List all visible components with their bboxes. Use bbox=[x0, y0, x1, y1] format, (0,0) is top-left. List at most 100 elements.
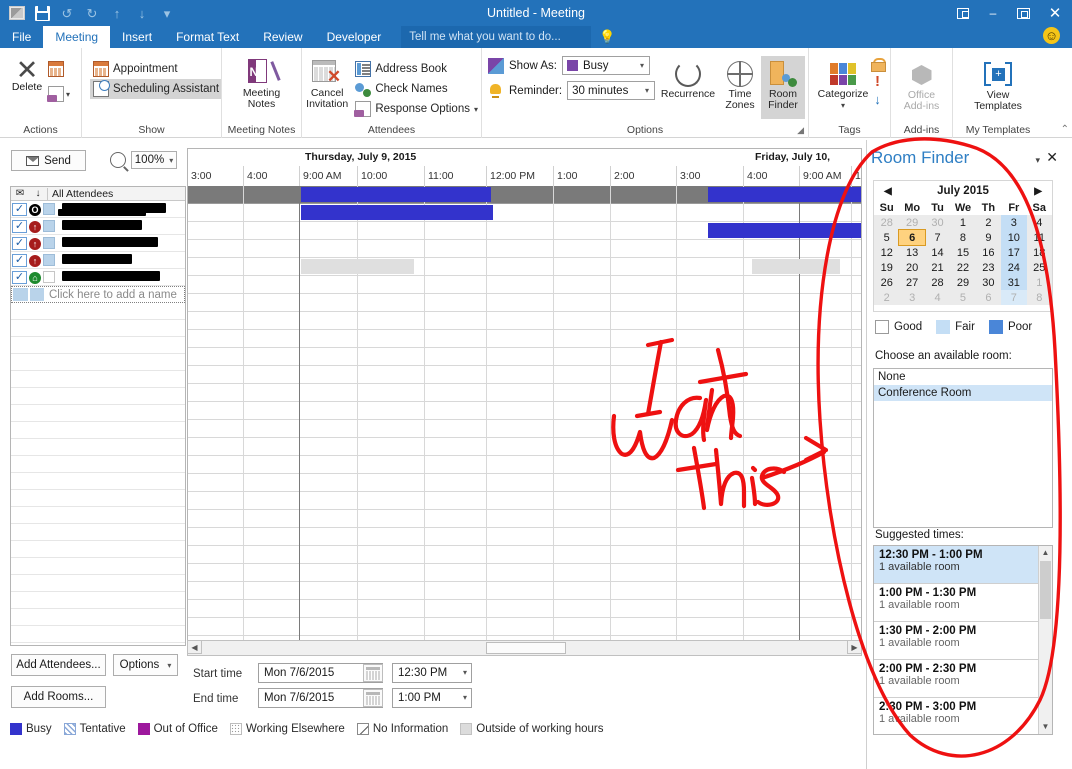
calendar-table[interactable]: Su Mo Tu We Th Fr Sa 28 29 30 1 2 3 4 5 6 7 8 9 10 11 12 13 14… bbox=[874, 201, 1052, 305]
calendar-day[interactable]: 28 bbox=[874, 215, 899, 230]
grid-row[interactable] bbox=[188, 618, 861, 636]
attendee-empty-row[interactable] bbox=[11, 558, 185, 575]
attendee-checkbox[interactable]: ✓ bbox=[12, 253, 27, 267]
attendee-checkbox[interactable]: ✓ bbox=[12, 202, 27, 216]
calendar-day-selected[interactable]: 6 bbox=[898, 229, 926, 246]
attendee-empty-row[interactable] bbox=[11, 473, 185, 490]
calendar-day[interactable]: 8 bbox=[1027, 290, 1052, 305]
calendar-day[interactable]: 7 bbox=[925, 230, 950, 245]
attendee-checkbox[interactable]: ✓ bbox=[12, 236, 27, 250]
attendee-empty-row[interactable] bbox=[11, 337, 185, 354]
office-addins-button[interactable]: Office Add-ins bbox=[894, 57, 950, 119]
attendee-empty-row[interactable] bbox=[11, 609, 185, 626]
start-date-calendar-icon[interactable] bbox=[363, 664, 383, 682]
save-icon[interactable] bbox=[34, 5, 50, 21]
grid-row[interactable] bbox=[188, 438, 861, 456]
room-finder-calendar[interactable]: ◀ July 2015 ▶ Su Mo Tu We Th Fr Sa 28 29 30 1 2 3 4 5… bbox=[873, 180, 1053, 312]
help-icon[interactable] bbox=[948, 0, 978, 26]
tab-format-text[interactable]: Format Text bbox=[164, 26, 251, 48]
grid-row[interactable] bbox=[188, 492, 861, 510]
collapse-ribbon-icon[interactable]: ⌃ bbox=[1061, 124, 1069, 135]
room-finder-menu-icon[interactable]: ▾ bbox=[1035, 155, 1040, 166]
suggested-time-item[interactable]: 2:30 PM - 3:00 PM 1 available room bbox=[874, 698, 1040, 734]
chevron-down-icon[interactable]: ▾ bbox=[463, 689, 467, 707]
available-rooms-list[interactable]: None Conference Room bbox=[873, 368, 1053, 528]
attendee-row[interactable]: ✓ ↑ bbox=[11, 218, 185, 235]
calendar-day[interactable]: 20 bbox=[899, 260, 924, 275]
grid-row[interactable] bbox=[188, 510, 861, 528]
window-controls[interactable]: – ✕ bbox=[948, 0, 1072, 26]
options-dialog-launcher[interactable]: ◢ bbox=[797, 125, 804, 136]
attendee-empty-row[interactable] bbox=[11, 507, 185, 524]
attendee-empty-row[interactable] bbox=[11, 541, 185, 558]
previous-item-icon[interactable]: ↑ bbox=[109, 5, 125, 21]
grid-horizontal-scrollbar[interactable]: ◀ ▶ bbox=[187, 640, 862, 656]
outlook-app-icon[interactable] bbox=[9, 5, 25, 21]
end-time-input[interactable]: 1:00 PM ▾ bbox=[392, 688, 472, 708]
chevron-down-icon[interactable]: ▾ bbox=[637, 61, 647, 70]
start-time-input[interactable]: 12:30 PM ▾ bbox=[392, 663, 472, 683]
scroll-up-icon[interactable]: ▲ bbox=[1039, 546, 1052, 560]
calendar-day[interactable]: 15 bbox=[950, 245, 975, 260]
attendee-empty-row[interactable] bbox=[11, 626, 185, 643]
calendar-day[interactable]: 14 bbox=[925, 245, 950, 260]
add-attendee-row[interactable]: Click here to add a name bbox=[11, 286, 185, 303]
attendee-empty-row[interactable] bbox=[11, 422, 185, 439]
attendee-empty-row[interactable] bbox=[11, 456, 185, 473]
calendar-day[interactable]: 12 bbox=[874, 245, 899, 260]
private-lock-icon[interactable] bbox=[871, 58, 886, 72]
calendar-next-icon[interactable]: ▶ bbox=[1034, 186, 1042, 197]
show-as-dropdown[interactable]: Busy ▾ bbox=[561, 56, 650, 75]
tab-insert[interactable]: Insert bbox=[110, 26, 164, 48]
calendar-day[interactable]: 23 bbox=[976, 260, 1001, 275]
calendar-day[interactable]: 7 bbox=[1001, 290, 1027, 305]
attendee-empty-row[interactable] bbox=[11, 592, 185, 609]
tab-meeting[interactable]: Meeting bbox=[43, 26, 111, 48]
chevron-down-icon[interactable]: ▾ bbox=[169, 156, 173, 165]
calendar-day[interactable]: 21 bbox=[925, 260, 950, 275]
ribbon-tabs[interactable]: File Meeting Insert Format Text Review D… bbox=[0, 26, 1072, 48]
calendar-day[interactable]: 1 bbox=[950, 215, 975, 230]
check-names-button[interactable]: Check Names bbox=[352, 79, 481, 99]
attendee-empty-row[interactable] bbox=[11, 388, 185, 405]
time-zones-button[interactable]: Time Zones bbox=[719, 56, 761, 119]
scroll-left-icon[interactable]: ◀ bbox=[187, 640, 202, 654]
scrollbar-thumb[interactable] bbox=[1040, 561, 1051, 619]
calendar-day[interactable]: 9 bbox=[976, 230, 1001, 245]
delete-icon[interactable]: ✕ bbox=[16, 57, 39, 84]
recurrence-button[interactable]: Recurrence bbox=[657, 56, 719, 119]
grid-row[interactable] bbox=[188, 402, 861, 420]
chevron-down-icon[interactable]: ▾ bbox=[167, 661, 171, 670]
suggested-time-item[interactable]: 2:00 PM - 2:30 PM 1 available room bbox=[874, 660, 1040, 698]
attendee-row[interactable]: ✓ ⌂ bbox=[11, 269, 185, 286]
attendee-empty-row[interactable] bbox=[11, 320, 185, 337]
attendee-empty-row[interactable] bbox=[11, 354, 185, 371]
calendar-day[interactable]: 22 bbox=[950, 260, 975, 275]
calendar-day[interactable]: 8 bbox=[950, 230, 975, 245]
calendar-day[interactable]: 17 bbox=[1001, 245, 1027, 260]
delete-label[interactable]: Delete bbox=[12, 81, 42, 93]
grid-row[interactable] bbox=[188, 528, 861, 546]
grid-row[interactable] bbox=[188, 384, 861, 402]
scroll-right-icon[interactable]: ▶ bbox=[847, 640, 862, 654]
attendee-row[interactable]: ✓ O bbox=[11, 201, 185, 218]
tell-me-input[interactable]: Tell me what you want to do... bbox=[401, 26, 592, 48]
room-list-item[interactable]: None bbox=[874, 369, 1052, 385]
attendee-empty-row[interactable] bbox=[11, 490, 185, 507]
categorize-button[interactable]: Categorize ▾ bbox=[815, 56, 871, 119]
calendar-day[interactable]: 30 bbox=[925, 215, 950, 230]
grid-row[interactable] bbox=[188, 348, 861, 366]
quick-access-toolbar[interactable]: ↺ ↻ ↑ ↓ ▾ bbox=[0, 5, 175, 21]
calendar-day[interactable]: 29 bbox=[950, 275, 975, 290]
tab-review[interactable]: Review bbox=[251, 26, 314, 48]
tab-file[interactable]: File bbox=[0, 26, 43, 48]
calendar-day[interactable]: 26 bbox=[874, 275, 899, 290]
attendee-empty-row[interactable] bbox=[11, 524, 185, 541]
grid-row[interactable] bbox=[188, 276, 861, 294]
categorize-dropdown-icon[interactable]: ▾ bbox=[841, 100, 845, 111]
add-attendees-button[interactable]: Add Attendees... bbox=[11, 654, 106, 676]
suggested-time-item[interactable]: 12:30 PM - 1:00 PM 1 available room bbox=[874, 546, 1040, 584]
calendar-day[interactable]: 30 bbox=[976, 275, 1001, 290]
suggested-time-item[interactable]: 1:30 PM - 2:00 PM 1 available room bbox=[874, 622, 1040, 660]
calendar-day[interactable]: 27 bbox=[899, 275, 924, 290]
